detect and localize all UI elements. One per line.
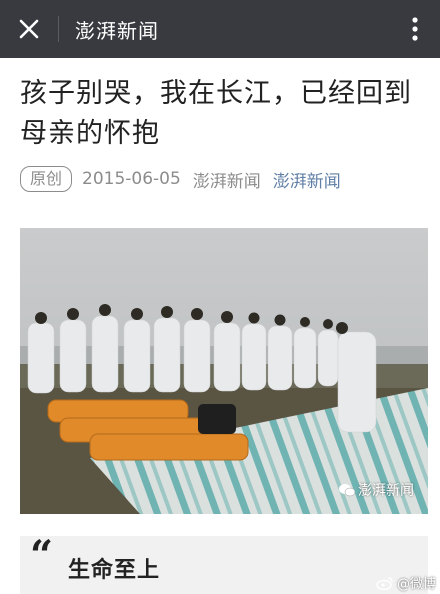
wechat-icon — [339, 484, 355, 497]
author-name: 澎湃新闻 — [192, 171, 261, 192]
close-icon — [19, 19, 39, 39]
article-headline: 孩子别哭，我在长江，已经回到母亲的怀抱 — [20, 78, 412, 149]
photo-watermark: 澎湃新闻 — [339, 480, 414, 500]
more-button[interactable] — [390, 0, 440, 58]
article-photo[interactable]: 澎湃新闻 — [20, 228, 428, 514]
publish-date: 2015-06-05 — [82, 169, 181, 189]
article-meta: 原创 2015-06-05 澎湃新闻 澎湃新闻 — [20, 166, 341, 192]
close-button[interactable] — [0, 0, 58, 58]
account-link[interactable]: 澎湃新闻 — [273, 167, 341, 192]
photo-image — [20, 228, 428, 514]
quote-mark-icon: “ — [30, 532, 54, 579]
app-bar: 澎湃新闻 — [0, 0, 440, 58]
weibo-watermark: @微博 — [376, 573, 436, 592]
divider — [58, 16, 59, 42]
weibo-icon — [376, 576, 393, 590]
photo-watermark-text: 澎湃新闻 — [358, 483, 414, 499]
section-heading: 生命至上 — [68, 558, 161, 583]
more-vertical-icon — [412, 17, 418, 41]
weibo-watermark-text: @微博 — [396, 577, 436, 592]
section-heading-box: “ 生命至上 — [20, 532, 428, 594]
page-title: 澎湃新闻 — [75, 18, 159, 43]
original-badge: 原创 — [20, 166, 73, 192]
